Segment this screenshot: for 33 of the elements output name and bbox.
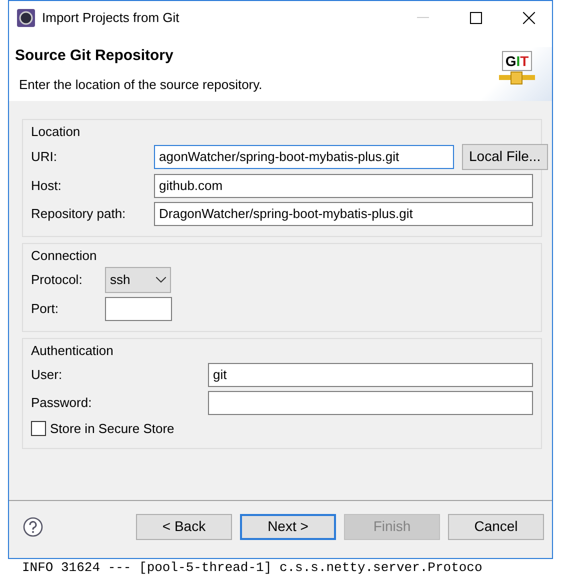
field-label: Repository path: xyxy=(31,204,127,223)
app-icon xyxy=(17,9,35,27)
checkbox-label: Store in Secure Store xyxy=(50,420,174,438)
close-icon[interactable] xyxy=(523,12,535,24)
protocol-dropdown[interactable]: ssh xyxy=(105,267,171,293)
log-line: INFO 31624 --- [pool-5-thread-1] c.s.s.netty.server.Protoco xyxy=(22,561,482,575)
input-field[interactable]: agonWatcher/spring-boot-mybatis-plus.git xyxy=(154,144,454,168)
field-label: Password: xyxy=(31,394,93,412)
dialog-button[interactable]: < Back xyxy=(136,514,232,540)
input-field[interactable]: github.com xyxy=(154,174,533,198)
help-icon[interactable] xyxy=(23,516,43,536)
field-label: User: xyxy=(31,366,64,384)
git-logo: GIT xyxy=(498,51,536,101)
group-title: Connection xyxy=(31,246,97,264)
dialog-button[interactable]: Cancel xyxy=(448,514,544,540)
checkbox[interactable] xyxy=(31,420,46,436)
field-label: Host: xyxy=(31,176,62,195)
field-label: Protocol: xyxy=(31,271,84,290)
dialog-button[interactable]: Next > xyxy=(240,514,336,540)
field-label: Port: xyxy=(31,300,60,318)
password-field[interactable] xyxy=(208,390,533,414)
port-field[interactable] xyxy=(105,297,172,321)
input-field[interactable]: DragonWatcher/spring-boot-mybatis-plus.git xyxy=(154,202,533,226)
page-title: Source Git Repository xyxy=(15,47,174,65)
window-title: Import Projects from Git xyxy=(42,9,180,28)
group-title: Authentication xyxy=(31,342,114,360)
maximize-icon[interactable] xyxy=(470,12,482,24)
group-title: Location xyxy=(31,123,80,141)
field-label: URI: xyxy=(31,148,58,166)
page-description: Enter the location of the source repository. xyxy=(18,76,262,94)
caret-icon xyxy=(156,277,166,283)
input-field[interactable]: git xyxy=(208,362,533,386)
local-file-button[interactable]: Local File... xyxy=(462,144,548,170)
